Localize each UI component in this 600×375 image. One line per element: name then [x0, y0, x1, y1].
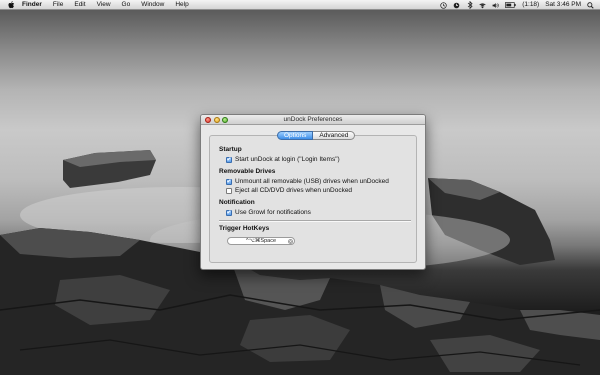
- clear-hotkey-icon[interactable]: ✕: [288, 238, 293, 244]
- apple-icon[interactable]: [8, 0, 16, 9]
- unmount-usb-option[interactable]: ✓ Unmount all removable (USB) drives whe…: [226, 178, 389, 185]
- hotkey-recorder-field[interactable]: ^⌥⌘Space ✕: [227, 237, 295, 245]
- tab-options[interactable]: Options: [277, 131, 314, 140]
- menu-extras: (1:18) Sat 3:46 PM: [440, 0, 594, 10]
- wifi-icon[interactable]: [479, 2, 486, 9]
- unmount-usb-checkbox[interactable]: ✓: [226, 178, 232, 185]
- use-growl-option[interactable]: ✓ Use Growl for notifications: [226, 209, 311, 216]
- hotkey-value: ^⌥⌘Space: [245, 238, 276, 244]
- menu-clock[interactable]: Sat 3:46 PM: [545, 0, 581, 10]
- volume-icon[interactable]: [492, 2, 499, 9]
- tab-bar: Options Advanced: [277, 131, 356, 140]
- menu-window[interactable]: Window: [141, 0, 164, 10]
- battery-icon[interactable]: [505, 2, 516, 9]
- start-at-login-label: Start unDock at login ("Login Items"): [235, 156, 340, 163]
- use-growl-label: Use Growl for notifications: [235, 209, 311, 216]
- unmount-usb-label: Unmount all removable (USB) drives when …: [235, 178, 389, 185]
- menu-help[interactable]: Help: [175, 0, 188, 10]
- notification-heading: Notification: [219, 199, 255, 206]
- trigger-hotkeys-heading: Trigger HotKeys: [219, 225, 270, 232]
- menu-view[interactable]: View: [97, 0, 111, 10]
- menu-go[interactable]: Go: [122, 0, 131, 10]
- menu-bar: Finder File Edit View Go Window Help (1:…: [0, 0, 600, 10]
- undock-preferences-window: unDock Preferences Options Advanced Star…: [200, 114, 426, 270]
- clock-icon[interactable]: [453, 2, 460, 9]
- tab-advanced[interactable]: Advanced: [313, 131, 356, 140]
- menu-edit[interactable]: Edit: [74, 0, 85, 10]
- menu-finder[interactable]: Finder: [22, 0, 42, 10]
- menu-file[interactable]: File: [53, 0, 63, 10]
- section-divider: [219, 220, 411, 222]
- start-at-login-checkbox[interactable]: ✓: [226, 156, 232, 163]
- spotlight-icon[interactable]: [587, 1, 594, 9]
- battery-time: (1:18): [522, 1, 540, 8]
- eject-cd-option[interactable]: Eject all CD/DVD drives when unDocked: [226, 187, 352, 194]
- startup-heading: Startup: [219, 146, 242, 153]
- eject-cd-checkbox[interactable]: [226, 187, 232, 194]
- window-title: unDock Preferences: [283, 116, 343, 123]
- title-bar[interactable]: unDock Preferences: [201, 115, 425, 125]
- start-at-login-option[interactable]: ✓ Start unDock at login ("Login Items"): [226, 156, 340, 163]
- removable-drives-heading: Removable Drives: [219, 168, 276, 175]
- bluetooth-icon[interactable]: [466, 1, 473, 9]
- time-machine-icon[interactable]: [440, 1, 447, 9]
- use-growl-checkbox[interactable]: ✓: [226, 209, 232, 216]
- eject-cd-label: Eject all CD/DVD drives when unDocked: [235, 187, 353, 194]
